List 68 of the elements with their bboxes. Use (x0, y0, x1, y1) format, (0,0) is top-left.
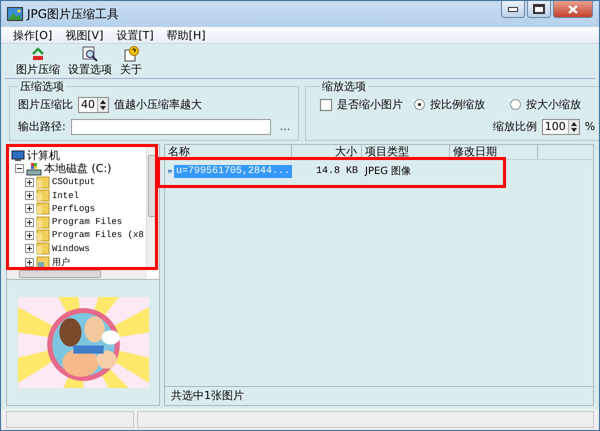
output-path-field[interactable] (70, 118, 271, 134)
group-title: 压缩选项 (19, 79, 65, 94)
file-row[interactable]: u=799561705,2844... 14.8 KB JPEG 图像 (165, 163, 593, 179)
horizontal-scrollbar[interactable] (7, 269, 147, 279)
tree-item[interactable]: 本地磁盘 (C:) (15, 162, 112, 176)
maximize-button[interactable] (527, 1, 551, 18)
tree-item[interactable]: Windows (25, 242, 90, 256)
folder-icon (36, 242, 50, 256)
folder-icon (36, 216, 50, 229)
expand-icon[interactable] (25, 204, 34, 214)
landscape-icon (7, 7, 23, 21)
tree-item[interactable]: CSOutput (25, 176, 96, 189)
browse-button[interactable]: ... (280, 120, 290, 133)
toolbar-button[interactable]: 图片压缩 (13, 45, 63, 78)
folder-icon (36, 202, 50, 216)
column-header[interactable]: 大小 (292, 145, 362, 159)
selection-summary: 共选中1张图片 (164, 386, 594, 406)
group-title: 缩放选项 (321, 79, 368, 94)
tree-item[interactable]: 用户 (25, 255, 70, 269)
close-button[interactable] (553, 1, 593, 18)
user-folder-icon (36, 256, 50, 269)
tree-item[interactable]: PerfLogs (25, 202, 96, 216)
magnifier-icon (82, 46, 98, 62)
menu-item[interactable]: 视图[V] (61, 28, 112, 42)
toolbar-button[interactable]: 关于 (117, 45, 145, 78)
scale-label: 缩放比例 (492, 119, 537, 134)
spinner-arrows-icon[interactable] (568, 120, 579, 134)
menu-item[interactable]: 操作[O] (9, 28, 62, 42)
column-header[interactable]: 项目类型 (362, 145, 450, 159)
folder-icon (36, 176, 50, 189)
tree-item[interactable]: Intel (25, 188, 80, 202)
folder-icon (36, 228, 50, 242)
minimize-button[interactable] (501, 1, 525, 18)
expand-icon[interactable] (25, 244, 34, 254)
tree-item[interactable]: Program Files (x8 (25, 228, 144, 242)
spinner-arrows-icon[interactable] (97, 98, 108, 112)
tree-item[interactable]: Program Files (25, 215, 122, 229)
window-title: JPG图片压缩工具 (27, 6, 120, 22)
tree-item[interactable]: 计算机 (11, 149, 60, 162)
help-icon (123, 46, 139, 62)
compress-icon (30, 46, 46, 62)
close-icon (568, 4, 578, 14)
column-header[interactable]: 名称 (165, 145, 292, 159)
scale-spinner[interactable]: 100 (542, 118, 580, 134)
output-label: 输出路径: (18, 119, 66, 134)
checkbox-label: 是否缩小图片 (337, 97, 404, 112)
radio-button[interactable] (510, 99, 522, 110)
folder-icon (36, 189, 50, 202)
expand-icon[interactable] (25, 230, 34, 240)
expand-icon[interactable] (25, 218, 34, 227)
checkbox[interactable] (320, 98, 332, 110)
toolbar-button[interactable]: 设置选项 (65, 45, 115, 78)
column-header[interactable]: 修改日期 (450, 145, 538, 159)
radio-button[interactable] (414, 99, 426, 110)
expand-icon[interactable] (25, 258, 34, 267)
ratio-spinner[interactable]: 40 (78, 96, 109, 112)
computer-icon (11, 150, 25, 162)
radio-label: 按比例缩放 (430, 97, 486, 112)
unit-label: % (584, 120, 596, 133)
collapse-icon[interactable] (15, 164, 24, 174)
drive-icon (26, 162, 42, 176)
menu-item[interactable]: 帮助[H] (162, 28, 215, 42)
expand-icon[interactable] (25, 178, 34, 187)
expand-icon[interactable] (25, 191, 34, 200)
menu-item[interactable]: 设置[T] (112, 28, 163, 42)
hint-text: 值越小压缩率越大 (114, 97, 202, 112)
radio-label: 按大小缩放 (526, 97, 582, 112)
ratio-label: 图片压缩比 (18, 97, 73, 112)
